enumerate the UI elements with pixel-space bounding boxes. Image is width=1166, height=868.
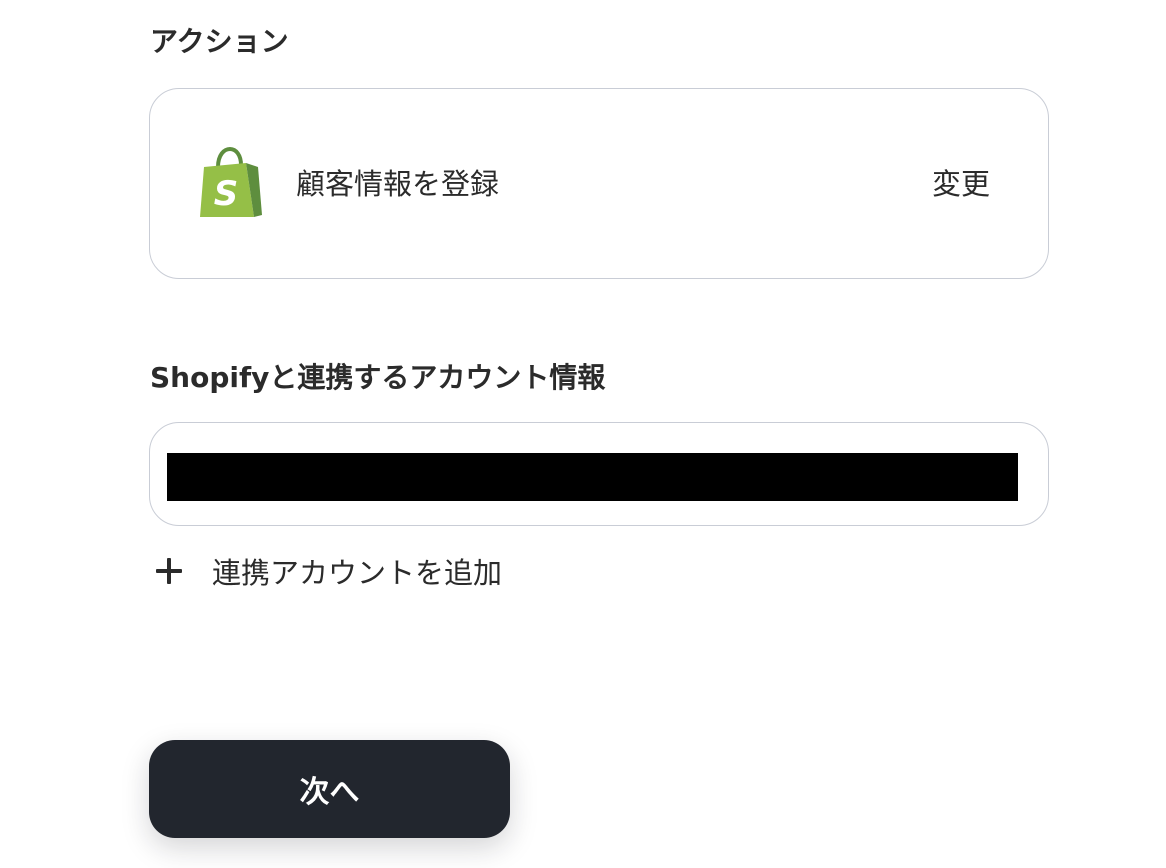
action-name: 顧客情報を登録: [296, 167, 500, 201]
action-card: S 顧客情報を登録 変更: [149, 88, 1049, 279]
plus-icon: [154, 556, 184, 586]
next-button[interactable]: 次へ: [149, 740, 510, 838]
action-section-heading: アクション: [150, 25, 289, 58]
add-account-button[interactable]: 連携アカウントを追加: [154, 551, 502, 591]
redacted-account-info: [167, 453, 1018, 501]
account-section-heading: Shopifyと連携するアカウント情報: [150, 361, 606, 394]
svg-text:S: S: [214, 174, 239, 214]
shopify-icon: S: [196, 146, 264, 221]
change-action-button[interactable]: 変更: [932, 167, 990, 202]
add-account-label: 連携アカウントを追加: [212, 556, 503, 590]
account-select[interactable]: [149, 422, 1049, 526]
